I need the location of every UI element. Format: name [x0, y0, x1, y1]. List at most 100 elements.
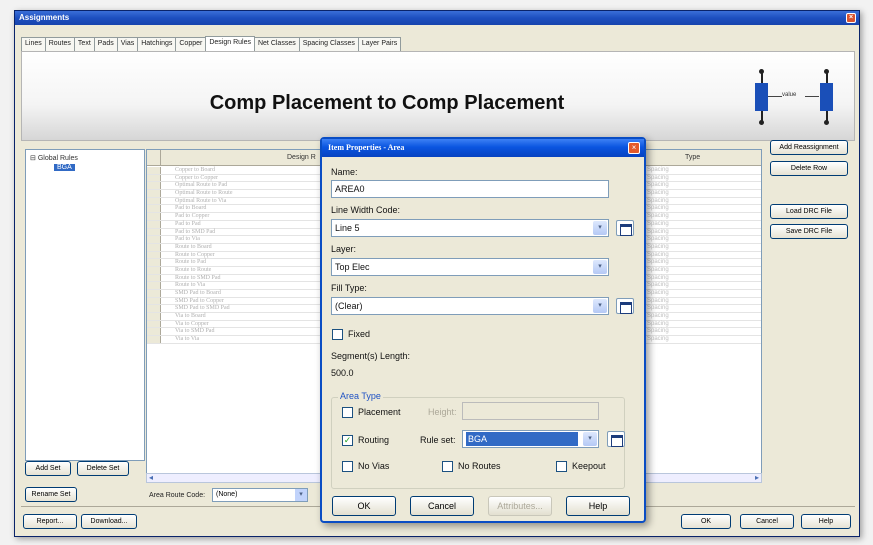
rule-name-cell: Via to Via [175, 336, 200, 343]
tree-root-global-rules[interactable]: ⊟ Global Rules [30, 154, 78, 162]
report-button[interactable]: Report... [23, 514, 77, 529]
row-header[interactable] [147, 259, 161, 266]
name-label: Name: [331, 167, 358, 177]
rule-type-cell: Spacing [647, 282, 669, 289]
delete-row-button[interactable]: Delete Row [770, 161, 848, 176]
tab-text[interactable]: Text [73, 37, 95, 51]
rule-name-cell: Copper to Board [175, 167, 215, 173]
tab-layer-pairs[interactable]: Layer Pairs [357, 37, 402, 51]
no-vias-checkbox[interactable] [342, 461, 353, 472]
column-header-type[interactable]: Type [685, 154, 700, 161]
fixed-checkbox[interactable] [332, 329, 343, 340]
load-drc-file-button[interactable]: Load DRC File [770, 204, 848, 219]
add-reassignment-button[interactable]: Add Reassignment [770, 140, 848, 155]
dialog-cancel-button[interactable]: Cancel [410, 496, 474, 516]
row-header[interactable] [147, 236, 161, 243]
close-icon[interactable]: × [846, 13, 856, 23]
rule-name-cell: Optimal Route to Pad [175, 182, 228, 189]
dimension-line [768, 96, 782, 97]
tab-net-classes[interactable]: Net Classes [253, 37, 300, 51]
tab-spacing-classes[interactable]: Spacing Classes [298, 37, 359, 51]
row-header[interactable] [147, 167, 161, 174]
scroll-left-icon[interactable]: ◂ [149, 474, 153, 482]
tab-copper[interactable]: Copper [175, 37, 207, 51]
dialog-help-button[interactable]: Help [566, 496, 630, 516]
component-icon [755, 83, 768, 111]
rule-type-cell: Spacing [647, 259, 669, 266]
rule-name-cell: Via to Board [175, 313, 206, 320]
cancel-button[interactable]: Cancel [740, 514, 794, 529]
rule-name-cell: Pad to Pad [175, 220, 201, 227]
rule-name-cell: Route to Copper [175, 251, 215, 258]
rule-name-cell: Optimal Route to Via [175, 197, 227, 204]
line-width-select[interactable]: Line 5 ▾ [331, 219, 609, 237]
row-header[interactable] [147, 213, 161, 220]
rule-name-cell: Pad to SMD Pad [175, 228, 216, 235]
row-header[interactable] [147, 297, 161, 305]
tab-lines[interactable]: Lines [21, 37, 46, 51]
dialog-ok-button[interactable]: OK [332, 496, 396, 516]
rule-type-cell: Spacing [647, 205, 669, 212]
row-header[interactable] [147, 282, 161, 289]
placement-checkbox[interactable] [342, 407, 353, 418]
area-route-code-select[interactable]: (None) ▾ [212, 488, 308, 502]
row-header[interactable] [147, 243, 161, 251]
help-button[interactable]: Help [801, 514, 851, 529]
tab-routes[interactable]: Routes [44, 37, 75, 51]
rule-type-cell: Spacing [647, 251, 669, 258]
tab-vias[interactable]: Vias [116, 37, 139, 51]
fill-type-select[interactable]: (Clear) ▾ [331, 297, 609, 315]
no-routes-checkbox[interactable] [442, 461, 453, 472]
chevron-down-icon[interactable]: ▾ [593, 299, 607, 313]
rule-set-picker-icon[interactable] [607, 431, 625, 447]
dialog-close-icon[interactable]: × [628, 142, 640, 154]
row-header[interactable] [147, 320, 161, 328]
row-header[interactable] [147, 274, 161, 282]
delete-set-button[interactable]: Delete Set [77, 461, 129, 476]
row-header[interactable] [147, 305, 161, 313]
rule-type-cell: Spacing [647, 190, 669, 197]
line-width-picker-icon[interactable] [616, 220, 634, 236]
rename-set-button[interactable]: Rename Set [25, 487, 77, 502]
row-header[interactable] [147, 220, 161, 228]
row-header[interactable] [147, 328, 161, 336]
row-header[interactable] [147, 251, 161, 259]
scroll-right-icon[interactable]: ▸ [755, 474, 759, 482]
add-set-button[interactable]: Add Set [25, 461, 71, 476]
routing-checkbox[interactable]: ✓ [342, 435, 353, 446]
rule-type-cell: Spacing [647, 320, 669, 327]
row-header[interactable] [147, 182, 161, 190]
diagram-value-label: value [782, 92, 797, 98]
item-properties-dialog: Item Properties - Area × Name: AREA0 Lin… [320, 137, 646, 523]
row-header[interactable] [147, 313, 161, 320]
fill-type-picker-icon[interactable] [616, 298, 634, 314]
row-header[interactable] [147, 205, 161, 213]
row-header[interactable] [147, 266, 161, 274]
tab-hatchings[interactable]: Hatchings [137, 37, 177, 51]
tree-item-bga[interactable]: BGA [54, 164, 75, 171]
rule-name-cell: Optimal Route to Route [175, 190, 233, 197]
rule-set-select[interactable]: BGA ▾ [462, 430, 599, 448]
save-drc-file-button[interactable]: Save DRC File [770, 224, 848, 239]
tab-design-rules[interactable]: Design Rules [205, 36, 255, 51]
row-header[interactable] [147, 290, 161, 297]
chevron-down-icon[interactable]: ▾ [593, 260, 607, 274]
row-header[interactable] [147, 174, 161, 182]
row-header[interactable] [147, 228, 161, 236]
chevron-down-icon[interactable]: ▾ [295, 489, 307, 501]
layer-value: Top Elec [335, 262, 370, 272]
routing-label: Routing [358, 435, 390, 445]
chevron-down-icon[interactable]: ▾ [593, 221, 607, 235]
tab-pads[interactable]: Pads [93, 37, 118, 51]
row-header[interactable] [147, 197, 161, 205]
layer-select[interactable]: Top Elec ▾ [331, 258, 609, 276]
download-button[interactable]: Download... [81, 514, 137, 529]
row-header[interactable] [147, 190, 161, 197]
name-input[interactable]: AREA0 [331, 180, 609, 198]
chevron-down-icon[interactable]: ▾ [583, 432, 597, 446]
column-header-design-rule[interactable]: Design R [287, 154, 316, 161]
keepout-checkbox[interactable] [556, 461, 567, 472]
ok-button[interactable]: OK [681, 514, 731, 529]
rule-set-tree[interactable]: ⊟ Global Rules BGA [25, 149, 145, 461]
row-header[interactable] [147, 336, 161, 343]
